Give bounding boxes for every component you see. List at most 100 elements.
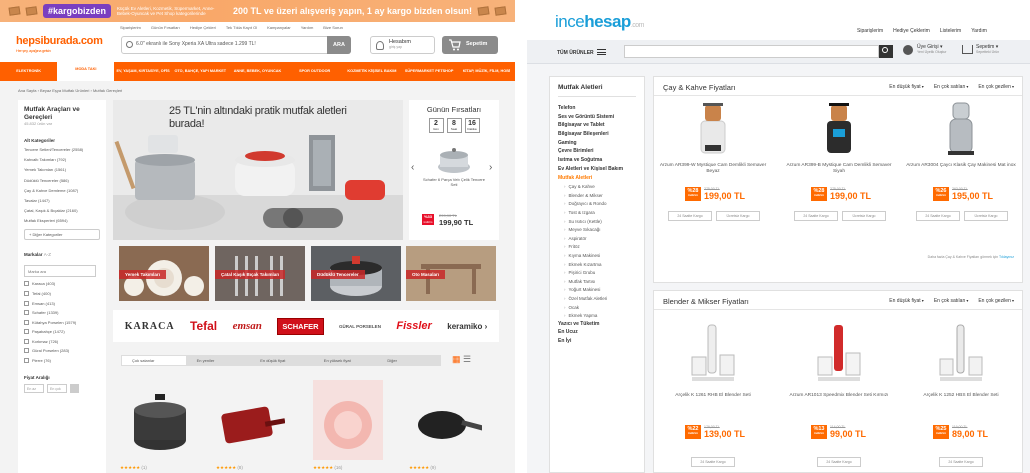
- brand-filter-checkbox[interactable]: Paşabahçe (1472): [24, 329, 100, 335]
- subcategory-link[interactable]: Ekmek Kızartma: [564, 262, 636, 267]
- category-link[interactable]: Yazıcı ve Tüketim: [558, 321, 636, 328]
- top-link-ask[interactable]: Bize Sorun: [323, 25, 343, 30]
- category-link-active[interactable]: Mutfak Aletleri: [558, 175, 636, 182]
- subcategory-link[interactable]: Fritöz: [564, 244, 636, 249]
- sort-best-selling[interactable]: En çok satılan: [934, 298, 969, 304]
- nav-electronics[interactable]: ELEKTRONİK: [0, 69, 57, 73]
- product-image[interactable]: [215, 380, 285, 460]
- subcategory-link[interactable]: Mutfak Tartısı: [564, 279, 636, 284]
- sort-lowest-price[interactable]: En düşük fiyat: [889, 84, 924, 90]
- chevron-left-icon[interactable]: ‹: [411, 162, 414, 173]
- subcategory-link[interactable]: Blender & Mikser: [564, 193, 636, 198]
- product-image[interactable]: [313, 380, 383, 460]
- deal-product-name[interactable]: Schafer 6 Parça Veb Çelik Tencere Seti: [409, 177, 499, 187]
- top-link-giftcards[interactable]: Hediye Çekleri: [190, 25, 216, 30]
- top-link-orders[interactable]: Siparişlerim: [120, 25, 141, 30]
- subcategory-link[interactable]: Kahvaltı Takımları (792): [24, 157, 100, 162]
- subcategory-link[interactable]: Düdüklü Tencereler (586): [24, 178, 100, 183]
- account-button[interactable]: Hesabım giriş yap: [370, 36, 435, 54]
- top-link-campaigns[interactable]: Kampanyalar: [267, 25, 291, 30]
- subcategory-link[interactable]: Su Isıtıcı (Kettle): [564, 219, 636, 224]
- nav-home[interactable]: EV, YAŞAM, KIRTASİYE, OFİS: [114, 69, 171, 73]
- brand-logo-fissler[interactable]: Fissler: [396, 320, 431, 332]
- sort-newest[interactable]: En yeniler: [187, 358, 251, 363]
- subcategory-link[interactable]: Aspiratör: [564, 236, 636, 241]
- brand-search-input[interactable]: [24, 265, 96, 278]
- chevron-right-icon[interactable]: ›: [482, 322, 488, 331]
- nav-baby[interactable]: ANNE, BEBEK, OYUNCAK: [229, 69, 286, 73]
- nav-cosmetics[interactable]: KOZMETİK KİŞİSEL BAKIM: [343, 69, 400, 73]
- search-input[interactable]: [136, 41, 326, 47]
- subcategory-link[interactable]: Yemek Takımları (1561): [24, 167, 100, 172]
- tile-dinner-sets[interactable]: Yemek Takımları: [119, 246, 209, 301]
- subcategory-link[interactable]: Yoğurt Makinesi: [564, 287, 636, 292]
- hero-banner[interactable]: 25 TL'nin altındaki pratik mutfak aletle…: [113, 100, 403, 240]
- price-go-button[interactable]: [70, 384, 79, 394]
- brand-filter-checkbox[interactable]: Korkmaz (726): [24, 338, 100, 344]
- top-link-deals[interactable]: Günün Fırsatları: [151, 25, 180, 30]
- subcategory-link[interactable]: Doğrayıcı & Rondo: [564, 201, 636, 206]
- tile-pressure-cookers[interactable]: Düdüklü Tencereler: [311, 246, 401, 301]
- tile-tables[interactable]: Oto Masaları: [406, 246, 496, 301]
- brand-filter-checkbox[interactable]: Tefal (400): [24, 290, 100, 296]
- nav-sport[interactable]: SPOR OUTDOOR: [286, 69, 343, 73]
- top-link-giftcards[interactable]: Hediye Çeklerim: [893, 28, 930, 34]
- brand-logo-tefal[interactable]: Tefal: [190, 319, 217, 333]
- brand-filter-checkbox[interactable]: Kütahya Porselen (1579): [24, 319, 100, 325]
- top-link-help[interactable]: Yardım: [301, 25, 314, 30]
- product-image[interactable]: [412, 380, 482, 460]
- brand-logo-schafer[interactable]: SCHAFER: [277, 317, 324, 335]
- sort-highest-price[interactable]: En yüksek fiyat: [314, 358, 378, 363]
- promo-banner[interactable]: #kargobizden Küçük Ev Aletleri, Kozmetik…: [0, 0, 515, 22]
- subcategory-link[interactable]: Tost & Izgara: [564, 210, 636, 215]
- nav-auto[interactable]: OTO, BAHÇE, YAPI MARKET: [172, 69, 229, 73]
- subcategory-link[interactable]: Kıyma Makinesi: [564, 253, 636, 258]
- brand-filter-checkbox[interactable]: Pierre (76): [24, 358, 100, 364]
- category-link[interactable]: Bilgisayar ve Tablet: [558, 123, 636, 129]
- top-link-help[interactable]: Yardım: [971, 28, 987, 34]
- category-link[interactable]: Çevre Birimleri: [558, 149, 636, 155]
- sort-best-sellers[interactable]: Çok satanlar: [122, 356, 186, 365]
- sort-most-viewed[interactable]: En çok gezilen: [978, 84, 1014, 90]
- subcategory-link[interactable]: Pişirici Grubu: [564, 270, 636, 275]
- subcategory-link[interactable]: Meyve Sıkacağı: [564, 227, 636, 232]
- hepsiburada-logo[interactable]: hepsiburada.com Her şey, ayağına gelsin: [16, 35, 103, 53]
- category-link[interactable]: Ev Aletleri ve Kişisel Bakım: [558, 166, 636, 173]
- search-button[interactable]: ARA: [327, 36, 351, 54]
- search-button[interactable]: [879, 45, 893, 58]
- category-link[interactable]: Bilgisayar Bileşenleri: [558, 132, 636, 138]
- subcategory-link[interactable]: Çatal, Kaşık & Bıçaklar (2160): [24, 208, 100, 213]
- breadcrumb-appliances[interactable]: Beyaz Eşya Mutfak Ürünleri: [40, 88, 89, 93]
- category-link[interactable]: Ses ve Görüntü Sistemi: [558, 114, 636, 121]
- subcategory-link[interactable]: Tencere Setleri/Tencereler (2558): [24, 147, 100, 152]
- top-link-register[interactable]: Tek Tıkla Kayıt Ol: [226, 25, 257, 30]
- more-products-link[interactable]: Tıklayınız: [999, 255, 1014, 259]
- brand-filter-checkbox[interactable]: Karaca (403): [24, 281, 100, 287]
- price-min-input[interactable]: En az: [24, 384, 44, 394]
- category-link[interactable]: En Ucuz: [558, 330, 636, 336]
- nav-books[interactable]: KİTAP, MÜZİK, FİLM, HOBİ: [458, 69, 515, 73]
- grid-view-icon[interactable]: ▦: [452, 354, 461, 364]
- sort-most-viewed[interactable]: En çok gezilen: [978, 298, 1014, 304]
- all-products-button[interactable]: TÜM ÜRÜNLER: [557, 48, 606, 56]
- category-link[interactable]: En İyi: [558, 339, 636, 345]
- category-link[interactable]: Isıtma ve Soğutma: [558, 158, 636, 164]
- category-link[interactable]: Telefon: [558, 105, 636, 112]
- cart-button[interactable]: Sepetim ▾ Sepetteki Ürün: [962, 45, 999, 55]
- daily-deals-box[interactable]: Günün Fırsatları 2 Gün 8 Saat 16 Dakika ‹ ›…: [409, 100, 499, 240]
- subcategory-link[interactable]: Ekmek Yapma: [564, 313, 636, 318]
- search-input[interactable]: [625, 46, 865, 57]
- breadcrumb-home[interactable]: Ana Sayfa: [18, 88, 36, 93]
- cart-button[interactable]: Sepetim: [442, 36, 498, 54]
- more-categories-button[interactable]: + Diğer Kategoriler: [24, 229, 100, 241]
- brand-logo-karaca[interactable]: KARACA: [125, 321, 175, 332]
- subcategory-link[interactable]: Çay & Kahve: [564, 184, 636, 189]
- brand-filter-checkbox[interactable]: Emsan (413): [24, 300, 100, 306]
- brand-logo-emsan[interactable]: emsan: [233, 320, 262, 332]
- top-link-orders[interactable]: Siparişlerim: [857, 28, 883, 34]
- list-view-icon[interactable]: ☰: [463, 354, 471, 364]
- top-link-lists[interactable]: Listelerim: [940, 28, 961, 34]
- category-link[interactable]: Gaming: [558, 140, 636, 147]
- nav-market[interactable]: SÜPERMARKET PETSHOP: [401, 69, 458, 73]
- login-button[interactable]: Üye Girişi ▾ Yeni Üyelik Oluştur: [903, 45, 946, 55]
